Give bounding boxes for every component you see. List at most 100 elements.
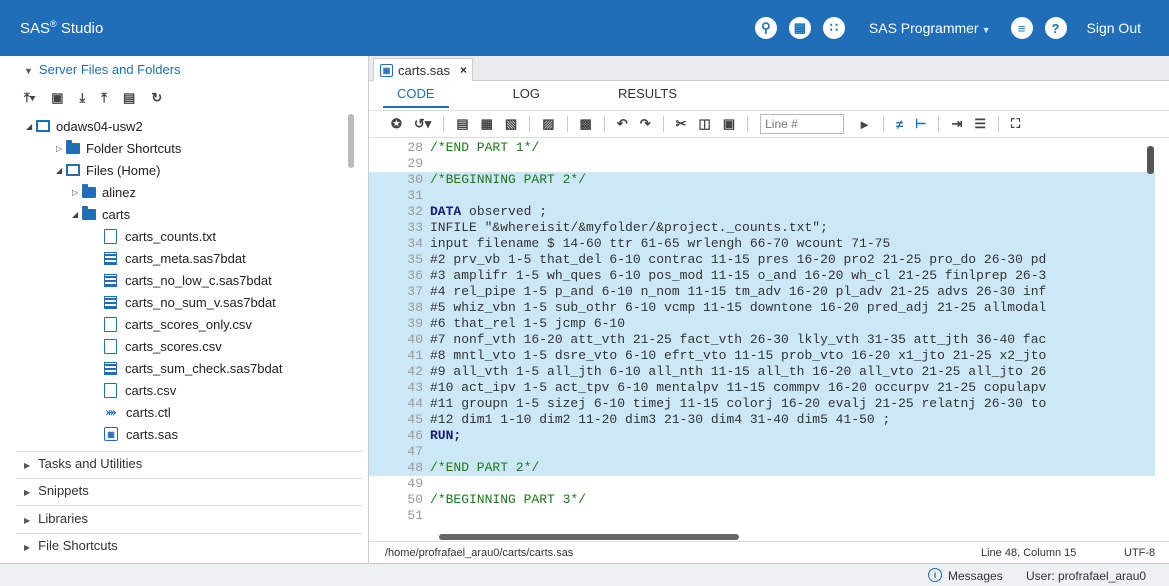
tree-file[interactable]: carts_no_sum_v.sas7bdat: [104, 291, 276, 313]
menu-icon[interactable]: ≡: [1010, 17, 1033, 39]
code-line[interactable]: 29: [369, 156, 1155, 172]
cut-icon[interactable]: ✂: [676, 116, 687, 132]
section-file-shortcuts[interactable]: ▶ File Shortcuts: [24, 538, 118, 553]
code-text: /*BEGINNING PART 3*/: [430, 492, 587, 507]
printer-icon[interactable]: ▦: [788, 17, 811, 39]
code-line[interactable]: 40 #7 nonf_vth 16-20 att_vth 21-25 fact_v…: [369, 332, 1155, 348]
tree-file[interactable]: carts_meta.sas7bdat: [104, 247, 246, 269]
separator: [662, 116, 664, 132]
code-line[interactable]: 42 #9 all_vth 1-5 all_jth 6-10 all_nth 11…: [369, 364, 1155, 380]
tree-scrollbar[interactable]: [348, 114, 354, 168]
code-line[interactable]: 41 #8 mntl_vto 1-5 dsre_vto 6-10 efrt_vto…: [369, 348, 1155, 364]
code-editor[interactable]: 28 /*END PART 1*/ 29 30 /*BEGINNING PART 2*/…: [369, 140, 1155, 542]
tree-file[interactable]: carts_counts.txt: [104, 225, 216, 247]
code-line[interactable]: 43 #10 act_ipv 1-5 act_tpv 6-10 mentalpv …: [369, 380, 1155, 396]
code-line[interactable]: 48 /*END PART 2*/: [369, 460, 1155, 476]
line-number: 41: [407, 348, 423, 363]
line-number: 39: [407, 316, 423, 331]
tree-folder-shortcuts[interactable]: ▷ Folder Shortcuts: [56, 137, 181, 159]
code-toolbar: ✪ ↺▾ ▤ ▦ ▧ ▨ ▩ ↶ ↷ ✂ ◫ ▣ ► ≠ ⊢ ⇥ ☰ ⛶: [369, 110, 1169, 138]
section-snippets[interactable]: ▶ Snippets: [24, 483, 89, 498]
delete-icon[interactable]: ▣: [51, 90, 63, 106]
paste-icon[interactable]: ▣: [723, 116, 735, 132]
properties-icon[interactable]: ▤: [123, 90, 135, 106]
app-footer: i Messages User: profrafael_arau0: [0, 563, 1169, 586]
cursor-position: Line 48, Column 15: [981, 546, 1077, 559]
code-line[interactable]: 38 #5 whiz_vbn 1-5 sub_othr 6-10 vcmp 11-…: [369, 300, 1155, 316]
editor-vertical-scrollbar[interactable]: [1147, 146, 1154, 174]
line-number-input[interactable]: [760, 114, 845, 134]
sign-out-link[interactable]: Sign Out: [1087, 20, 1141, 36]
tab-log[interactable]: LOG: [499, 86, 554, 108]
collapsed-icon: ▶: [24, 516, 31, 525]
maximize-icon[interactable]: ⛶: [1011, 116, 1020, 132]
tab-results[interactable]: RESULTS: [604, 86, 691, 108]
help-icon[interactable]: ?: [1044, 17, 1067, 39]
tree-file[interactable]: carts.csv: [104, 379, 176, 401]
code-line[interactable]: 39 #6 that_rel 1-5 jcmp 6-10: [369, 316, 1155, 332]
dataset-icon: [104, 295, 117, 309]
find-icon[interactable]: ⊢: [915, 116, 926, 132]
upload-icon[interactable]: ⤒: [101, 90, 107, 106]
code-line[interactable]: 49: [369, 476, 1155, 492]
save-as-icon[interactable]: ▦: [481, 116, 493, 132]
export-icon[interactable]: ▧: [505, 116, 517, 132]
code-line[interactable]: 33 INFILE "&whereisit/&myfolder/&project.…: [369, 220, 1155, 236]
code-line[interactable]: 35 #2 prv_vb 1-5 that_del 6-10 contrac 11…: [369, 252, 1155, 268]
code-line[interactable]: 31: [369, 188, 1155, 204]
server-files-header[interactable]: ▼ Server Files and Folders: [24, 62, 181, 77]
tree-folder-alinez[interactable]: ▷ alinez: [72, 181, 136, 203]
code-line[interactable]: 51: [369, 508, 1155, 524]
undo-icon[interactable]: ↶: [617, 116, 628, 132]
code-line[interactable]: 44 #11 groupn 1-5 sizej 6-10 timej 11-15 …: [369, 396, 1155, 412]
clear-icon[interactable]: ≠: [896, 117, 903, 132]
code-line[interactable]: 45 #12 dim1 1-10 dim2 11-20 dim3 21-30 di…: [369, 412, 1155, 428]
run-icon[interactable]: ✪: [391, 116, 402, 132]
code-line[interactable]: 32 DATA observed ;: [369, 204, 1155, 220]
grid-icon[interactable]: ∷: [822, 17, 845, 39]
document-icon[interactable]: ▨: [542, 116, 554, 132]
code-text: #5 whiz_vbn 1-5 sub_othr 6-10 vcmp 11-15…: [430, 300, 1047, 315]
print-icon[interactable]: ▩: [580, 116, 592, 132]
indent-icon[interactable]: ⇥: [951, 116, 962, 132]
copy-icon[interactable]: ◫: [699, 116, 711, 132]
download-icon[interactable]: ⤓: [80, 90, 86, 106]
tree-file[interactable]: ▦ carts.sas: [104, 423, 178, 445]
tree-files-home[interactable]: ◢ Files (Home): [56, 159, 160, 181]
editor-horizontal-scrollbar[interactable]: [439, 534, 739, 540]
format-icon[interactable]: ☰: [974, 116, 986, 132]
code-line[interactable]: 47: [369, 444, 1155, 460]
go-to-line-icon[interactable]: ►: [858, 117, 871, 132]
code-line[interactable]: 46 RUN;: [369, 428, 1155, 444]
messages-link[interactable]: Messages: [948, 569, 1003, 583]
tree-file[interactable]: carts_sum_check.sas7bdat: [104, 357, 283, 379]
new-item-icon[interactable]: ⤒▾: [24, 90, 35, 106]
redo-icon[interactable]: ↷: [640, 116, 651, 132]
tree-file[interactable]: ⤗ carts.ctl: [104, 401, 171, 423]
tree-file[interactable]: carts_no_low_c.sas7bdat: [104, 269, 272, 291]
search-icon[interactable]: ⚲: [754, 17, 777, 39]
code-line[interactable]: 50 /*BEGINNING PART 3*/: [369, 492, 1155, 508]
info-icon[interactable]: i: [928, 568, 942, 582]
code-line[interactable]: 36 #3 amplifr 1-5 wh_ques 6-10 pos_mod 11…: [369, 268, 1155, 284]
section-tasks-utilities[interactable]: ▶ Tasks and Utilities: [24, 456, 142, 471]
tree-file[interactable]: carts_scores_only.csv: [104, 313, 252, 335]
code-line[interactable]: 37 #4 rel_pipe 1-5 p_and 6-10 n_nom 11-15…: [369, 284, 1155, 300]
tree-file[interactable]: carts_scores.csv: [104, 335, 222, 357]
code-line[interactable]: 28 /*END PART 1*/: [369, 140, 1155, 156]
refresh-icon[interactable]: ↻: [151, 90, 162, 106]
section-libraries[interactable]: ▶ Libraries: [24, 511, 88, 526]
save-icon[interactable]: ▤: [456, 116, 468, 132]
history-icon[interactable]: ↺▾: [414, 116, 431, 132]
tab-code[interactable]: CODE: [383, 86, 449, 108]
tree-server[interactable]: ◢ odaws04-usw2: [26, 115, 143, 137]
code-line[interactable]: 30 /*BEGINNING PART 2*/: [369, 172, 1155, 188]
tree-folder-carts[interactable]: ◢ carts: [72, 203, 130, 225]
close-icon[interactable]: ×: [460, 63, 467, 77]
separator: [747, 116, 749, 132]
collapsed-icon: ▷: [56, 143, 63, 153]
separator: [998, 116, 1000, 132]
tab-carts-sas[interactable]: ▦ carts.sas ×: [373, 58, 473, 81]
role-menu[interactable]: SAS Programmer ▼: [869, 20, 991, 36]
code-line[interactable]: 34 input filename $ 14-60 ttr 61-65 wrlen…: [369, 236, 1155, 252]
